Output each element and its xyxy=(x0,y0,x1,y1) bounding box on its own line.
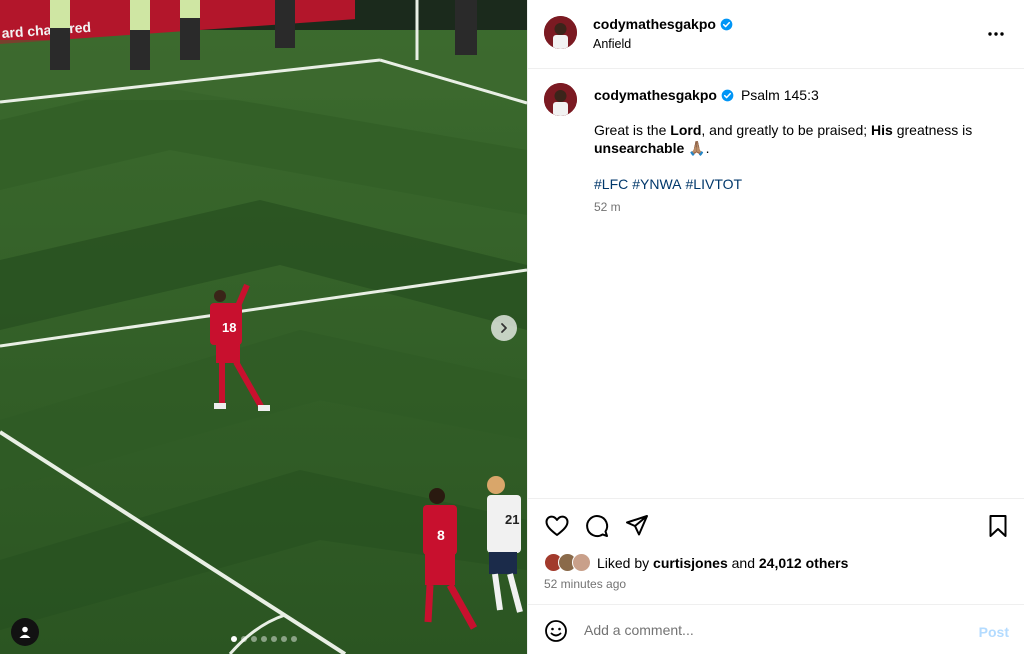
post-header: codymathesgakpo Anfield xyxy=(528,0,1024,69)
author-username[interactable]: codymathesgakpo xyxy=(593,16,716,32)
verified-badge-icon xyxy=(720,18,733,30)
carousel-dot xyxy=(241,636,247,642)
carousel-dot xyxy=(261,636,267,642)
likes-count[interactable]: 24,012 others xyxy=(759,555,849,571)
carousel-dot xyxy=(231,636,237,642)
caption-text-bold: His xyxy=(871,122,893,138)
carousel-indicator xyxy=(231,636,297,642)
chevron-right-icon xyxy=(501,323,507,333)
profile-picture xyxy=(544,16,577,49)
likes-prefix: Liked by xyxy=(597,554,650,571)
caption-text-part: , and greatly to be praised; xyxy=(701,122,872,138)
emoji-icon[interactable] xyxy=(544,619,568,643)
caption-timestamp[interactable]: 52 m xyxy=(594,200,621,214)
hashtag-link[interactable]: #YNWA xyxy=(632,176,681,192)
share-icon[interactable] xyxy=(624,513,650,539)
likes-connector: and xyxy=(731,554,755,571)
hashtag-link[interactable]: #LFC xyxy=(594,176,628,192)
post-comment-button[interactable]: Post xyxy=(979,624,1009,640)
hashtag-link[interactable]: #LIVTOT xyxy=(686,176,743,192)
avatar[interactable] xyxy=(544,83,577,116)
caption-text-bold: unsearchable xyxy=(594,140,685,156)
caption-text: Great is the Lord, and greatly to be pra… xyxy=(594,121,994,157)
carousel-dot xyxy=(271,636,277,642)
heart-icon[interactable] xyxy=(544,513,570,539)
caption-text-bold: Lord xyxy=(670,122,702,138)
more-options-icon[interactable] xyxy=(986,24,1006,44)
svg-text:8: 8 xyxy=(437,527,445,543)
user-tag-icon xyxy=(19,626,31,638)
caption-header: codymathesgakpo Psalm 145:3 xyxy=(594,87,819,103)
bookmark-icon[interactable] xyxy=(985,513,1011,539)
post-actions: Liked by curtisjones and 24,012 others 5… xyxy=(528,498,1024,604)
caption-text-part: 🙏🏽. xyxy=(684,140,710,156)
avatar[interactable] xyxy=(544,16,577,49)
svg-text:18: 18 xyxy=(222,320,236,335)
post-photo[interactable]: ard chartered 18 8 21 xyxy=(0,0,527,654)
svg-text:21: 21 xyxy=(505,512,519,527)
liker-avatars xyxy=(544,553,591,572)
caption-text-part: greatness is xyxy=(892,122,973,138)
author-row: codymathesgakpo xyxy=(593,16,733,32)
caption-reference: Psalm 145:3 xyxy=(740,87,819,103)
liker-username[interactable]: curtisjones xyxy=(653,555,728,571)
comment-icon[interactable] xyxy=(584,513,610,539)
football-pitch-image: ard chartered 18 8 21 xyxy=(0,0,527,654)
hashtag-list: #LFC #YNWA #LIVTOT xyxy=(594,176,742,192)
post-location[interactable]: Anfield xyxy=(593,37,631,51)
post-details-panel: codymathesgakpo Anfield codymathesgakpo xyxy=(527,0,1024,654)
avatar xyxy=(572,553,591,572)
tagged-users-button[interactable] xyxy=(11,618,39,646)
carousel-dot xyxy=(251,636,257,642)
next-photo-button[interactable] xyxy=(491,315,517,341)
profile-picture xyxy=(544,83,577,116)
caption-text-part: Great is the xyxy=(594,122,671,138)
verified-badge-icon xyxy=(721,89,734,101)
post-caption: codymathesgakpo Psalm 145:3 Great is the… xyxy=(528,70,1024,498)
caption-username[interactable]: codymathesgakpo xyxy=(594,87,717,103)
comment-input[interactable] xyxy=(584,618,954,642)
carousel-dot xyxy=(281,636,287,642)
carousel-dot xyxy=(291,636,297,642)
likes-summary: Liked by curtisjones and 24,012 others xyxy=(544,553,848,572)
comment-composer: Post xyxy=(528,604,1024,654)
post-timestamp[interactable]: 52 minutes ago xyxy=(544,577,626,591)
